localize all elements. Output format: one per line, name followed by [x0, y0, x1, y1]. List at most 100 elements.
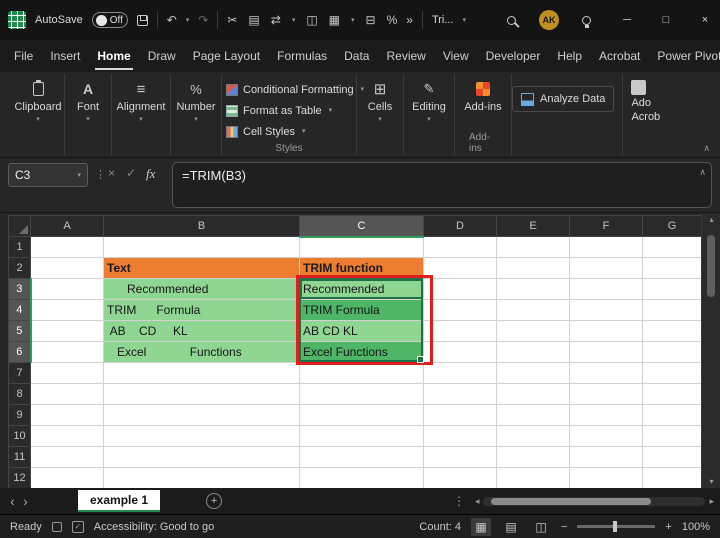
cell-E7[interactable]: [497, 363, 570, 384]
row-header-9[interactable]: 9: [9, 405, 31, 426]
cell-B10[interactable]: [104, 426, 300, 447]
cell-styles-button[interactable]: Cell Styles▾: [222, 121, 354, 142]
tab-page-layout[interactable]: Page Layout: [193, 49, 260, 63]
tab-acrobat[interactable]: Acrobat: [599, 49, 640, 63]
cancel-formula-icon[interactable]: ×: [108, 166, 115, 180]
zoom-level[interactable]: 100%: [682, 521, 710, 533]
cell-G3[interactable]: [643, 279, 702, 300]
qat-icon-5[interactable]: ⊟: [366, 14, 376, 26]
editing-group-button[interactable]: ✎ Editing ▾: [404, 72, 454, 157]
formula-bar-drag-handle[interactable]: ⋮: [95, 168, 106, 181]
collapse-ribbon-icon[interactable]: ∧: [703, 143, 710, 154]
column-header-F[interactable]: F: [570, 216, 643, 237]
cell-F12[interactable]: [570, 468, 643, 489]
row-header-6[interactable]: 6: [9, 342, 31, 363]
row-header-8[interactable]: 8: [9, 384, 31, 405]
cell-F8[interactable]: [570, 384, 643, 405]
cell-B8[interactable]: [104, 384, 300, 405]
insert-function-icon[interactable]: fx: [146, 166, 155, 182]
alignment-group-button[interactable]: ≡ Alignment ▾: [112, 72, 170, 157]
tab-data[interactable]: Data: [344, 49, 369, 63]
cell-A5[interactable]: [31, 321, 104, 342]
format-as-table-button[interactable]: Format as Table▾: [222, 100, 354, 121]
conditional-formatting-button[interactable]: Conditional Formatting▾: [222, 79, 354, 100]
qat-icon-0[interactable]: ✂: [227, 14, 237, 26]
cell-B2[interactable]: Text: [104, 258, 300, 279]
qat-overflow-icon[interactable]: »: [406, 14, 413, 26]
row-header-2[interactable]: 2: [9, 258, 31, 279]
vertical-scrollbar[interactable]: ▴ ▾: [701, 213, 720, 488]
vertical-scrollbar-thumb[interactable]: [707, 235, 715, 297]
cell-F6[interactable]: [570, 342, 643, 363]
cell-A2[interactable]: [31, 258, 104, 279]
scroll-down-icon[interactable]: ▾: [702, 477, 720, 486]
tab-formulas[interactable]: Formulas: [277, 49, 327, 63]
cell-B11[interactable]: [104, 447, 300, 468]
cell-F11[interactable]: [570, 447, 643, 468]
cell-G5[interactable]: [643, 321, 702, 342]
cell-D9[interactable]: [424, 405, 497, 426]
cell-B4[interactable]: TRIM Formula: [104, 300, 300, 321]
formula-input[interactable]: =TRIM(B3): [172, 162, 712, 208]
tab-help[interactable]: Help: [557, 49, 582, 63]
zoom-out-button[interactable]: −: [561, 521, 567, 533]
column-header-C[interactable]: C: [300, 216, 424, 237]
cell-B5[interactable]: AB CD KL: [104, 321, 300, 342]
qat-icon-1[interactable]: ▤: [248, 14, 259, 26]
autosave-toggle[interactable]: Off: [92, 12, 128, 28]
cell-E11[interactable]: [497, 447, 570, 468]
cell-G9[interactable]: [643, 405, 702, 426]
cell-E2[interactable]: [497, 258, 570, 279]
qat-caret-icon[interactable]: ▾: [351, 17, 355, 24]
cell-D6[interactable]: [424, 342, 497, 363]
cell-A10[interactable]: [31, 426, 104, 447]
cell-A7[interactable]: [31, 363, 104, 384]
scroll-right-icon[interactable]: ▸: [709, 496, 714, 507]
cell-C1[interactable]: [300, 237, 424, 258]
cell-E10[interactable]: [497, 426, 570, 447]
cell-B9[interactable]: [104, 405, 300, 426]
number-group-button[interactable]: % Number ▾: [171, 72, 221, 157]
column-header-D[interactable]: D: [424, 216, 497, 237]
cell-D1[interactable]: [424, 237, 497, 258]
column-header-G[interactable]: G: [643, 216, 702, 237]
cell-E1[interactable]: [497, 237, 570, 258]
avatar[interactable]: AK: [539, 10, 559, 30]
cell-G12[interactable]: [643, 468, 702, 489]
row-header-11[interactable]: 11: [9, 447, 31, 468]
qat-icon-3[interactable]: ◫: [306, 14, 317, 26]
cell-C11[interactable]: [300, 447, 424, 468]
cell-E5[interactable]: [497, 321, 570, 342]
cell-E8[interactable]: [497, 384, 570, 405]
cell-B7[interactable]: [104, 363, 300, 384]
cell-A8[interactable]: [31, 384, 104, 405]
cell-C8[interactable]: [300, 384, 424, 405]
macro-record-icon[interactable]: [52, 522, 62, 532]
tab-insert[interactable]: Insert: [50, 49, 80, 63]
cell-F2[interactable]: [570, 258, 643, 279]
scroll-left-icon[interactable]: ◂: [475, 496, 480, 507]
cell-G1[interactable]: [643, 237, 702, 258]
next-sheet-icon[interactable]: ›: [19, 493, 32, 509]
cell-F10[interactable]: [570, 426, 643, 447]
excel-logo-icon[interactable]: [8, 11, 26, 29]
cell-G4[interactable]: [643, 300, 702, 321]
row-header-3[interactable]: 3: [9, 279, 31, 300]
previous-sheet-icon[interactable]: ‹: [6, 493, 19, 509]
add-ins-button[interactable]: Add-ins: [455, 72, 511, 113]
cell-C9[interactable]: [300, 405, 424, 426]
column-header-B[interactable]: B: [104, 216, 300, 237]
cell-D3[interactable]: [424, 279, 497, 300]
cell-D12[interactable]: [424, 468, 497, 489]
cell-G11[interactable]: [643, 447, 702, 468]
cell-E9[interactable]: [497, 405, 570, 426]
cell-B3[interactable]: Recommended: [104, 279, 300, 300]
cell-C7[interactable]: [300, 363, 424, 384]
row-header-5[interactable]: 5: [9, 321, 31, 342]
cell-B12[interactable]: [104, 468, 300, 489]
cell-E6[interactable]: [497, 342, 570, 363]
row-header-7[interactable]: 7: [9, 363, 31, 384]
accessibility-status[interactable]: Accessibility: Good to go: [94, 521, 214, 533]
document-title-dropdown-icon[interactable]: ▾: [463, 17, 467, 24]
horizontal-scrollbar[interactable]: ◂ ▸: [475, 496, 714, 507]
